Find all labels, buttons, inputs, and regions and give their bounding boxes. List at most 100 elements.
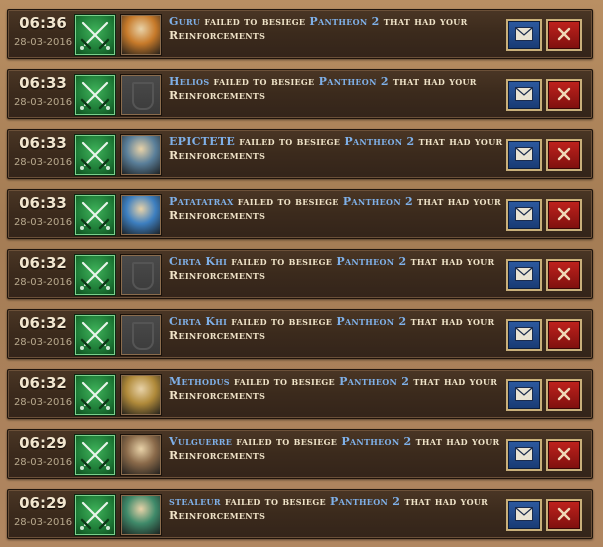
close-icon <box>548 447 580 461</box>
envelope-icon <box>508 507 540 521</box>
report-time: 06:36 <box>19 14 67 32</box>
mail-button[interactable] <box>506 199 542 231</box>
battle-report-row: 06:29 28-03-2016 Vulguerre failed to bes… <box>7 429 593 479</box>
mail-button[interactable] <box>506 319 542 351</box>
report-time: 06:33 <box>19 134 67 152</box>
report-date: 28-03-2016 <box>13 457 73 468</box>
close-icon <box>548 327 580 341</box>
player-link[interactable]: Cirta Khi <box>169 255 227 268</box>
envelope-icon <box>508 87 540 101</box>
report-action: failed to besiege <box>213 75 315 88</box>
battle-report-row: 06:32 28-03-2016 Cirta Khi failed to bes… <box>7 309 593 359</box>
player-link[interactable]: Guru <box>169 15 200 28</box>
armored-knight-portrait[interactable] <box>120 134 162 176</box>
report-action: failed to besiege <box>231 315 333 328</box>
player-link[interactable]: stealeur <box>169 495 221 508</box>
battle-report-row: 06:32 28-03-2016 Methodus failed to besi… <box>7 369 593 419</box>
delete-button[interactable] <box>546 199 582 231</box>
envelope-icon <box>508 267 540 281</box>
crossed-swords-icon <box>74 14 116 56</box>
target-link[interactable]: Pantheon 2 <box>343 195 413 208</box>
close-icon <box>548 267 580 281</box>
report-action: failed to besiege <box>234 375 335 388</box>
envelope-icon <box>508 447 540 461</box>
empty-portrait[interactable] <box>120 314 162 356</box>
battle-report-row: 06:36 28-03-2016 Guru failed to besiege … <box>7 9 593 59</box>
player-link[interactable]: Vulguerre <box>169 435 232 448</box>
player-link[interactable]: Patatatrax <box>169 195 234 208</box>
close-icon <box>548 387 580 401</box>
report-action: failed to besiege <box>237 195 339 208</box>
mail-button[interactable] <box>506 259 542 291</box>
player-link[interactable]: Cirta Khi <box>169 315 227 328</box>
close-icon <box>548 507 580 521</box>
report-date: 28-03-2016 <box>13 97 73 108</box>
envelope-icon <box>508 27 540 41</box>
mail-button[interactable] <box>506 79 542 111</box>
golden-knight-portrait[interactable] <box>120 374 162 416</box>
battle-report-row: 06:33 28-03-2016 EPICTETE failed to besi… <box>7 129 593 179</box>
close-icon <box>548 27 580 41</box>
delete-button[interactable] <box>546 139 582 171</box>
crossed-swords-icon <box>74 374 116 416</box>
target-link[interactable]: Pantheon 2 <box>339 375 409 388</box>
target-link[interactable]: Pantheon 2 <box>319 75 389 88</box>
delete-button[interactable] <box>546 19 582 51</box>
delete-button[interactable] <box>546 499 582 531</box>
delete-button[interactable] <box>546 379 582 411</box>
report-date: 28-03-2016 <box>13 277 73 288</box>
mail-button[interactable] <box>506 499 542 531</box>
envelope-icon <box>508 147 540 161</box>
crossed-swords-icon <box>74 494 116 536</box>
close-icon <box>548 87 580 101</box>
player-link[interactable]: Helios <box>169 75 209 88</box>
target-link[interactable]: Pantheon 2 <box>336 315 406 328</box>
empty-portrait[interactable] <box>120 74 162 116</box>
crossed-swords-icon <box>74 434 116 476</box>
report-message: EPICTETE failed to besiege Pantheon 2 th… <box>169 135 504 163</box>
report-date: 28-03-2016 <box>13 337 73 348</box>
delete-button[interactable] <box>546 79 582 111</box>
delete-button[interactable] <box>546 319 582 351</box>
close-icon <box>548 207 580 221</box>
battle-report-row: 06:32 28-03-2016 Cirta Khi failed to bes… <box>7 249 593 299</box>
report-action: failed to besiege <box>231 255 333 268</box>
mail-button[interactable] <box>506 439 542 471</box>
report-time: 06:32 <box>19 314 67 332</box>
report-action: failed to besiege <box>239 135 341 148</box>
crossed-swords-icon <box>74 314 116 356</box>
report-time: 06:29 <box>19 434 67 452</box>
report-time: 06:33 <box>19 74 67 92</box>
crossed-swords-icon <box>74 134 116 176</box>
report-action: failed to besiege <box>224 495 326 508</box>
report-date: 28-03-2016 <box>13 37 73 48</box>
delete-button[interactable] <box>546 439 582 471</box>
target-link[interactable]: Pantheon 2 <box>344 135 414 148</box>
report-time: 06:29 <box>19 494 67 512</box>
mail-button[interactable] <box>506 379 542 411</box>
warrior-portrait[interactable] <box>120 14 162 56</box>
close-icon <box>548 147 580 161</box>
empty-portrait[interactable] <box>120 254 162 296</box>
report-message: stealeur failed to besiege Pantheon 2 th… <box>169 495 504 523</box>
target-link[interactable]: Pantheon 2 <box>336 255 406 268</box>
bearded-warrior-portrait[interactable] <box>120 434 162 476</box>
report-time: 06:33 <box>19 194 67 212</box>
target-link[interactable]: Pantheon 2 <box>309 15 379 28</box>
player-link[interactable]: EPICTETE <box>169 135 235 148</box>
report-message: Cirta Khi failed to besiege Pantheon 2 t… <box>169 255 504 283</box>
delete-button[interactable] <box>546 259 582 291</box>
helmeted-soldier-portrait[interactable] <box>120 494 162 536</box>
crossed-swords-icon <box>74 194 116 236</box>
report-message: Patatatrax failed to besiege Pantheon 2 … <box>169 195 504 223</box>
battle-report-list: 06:36 28-03-2016 Guru failed to besiege … <box>0 0 603 547</box>
crossed-swords-icon <box>74 74 116 116</box>
mail-button[interactable] <box>506 139 542 171</box>
target-link[interactable]: Pantheon 2 <box>330 495 400 508</box>
target-link[interactable]: Pantheon 2 <box>341 435 411 448</box>
blue-armor-portrait[interactable] <box>120 194 162 236</box>
report-message: Cirta Khi failed to besiege Pantheon 2 t… <box>169 315 504 343</box>
battle-report-row: 06:29 28-03-2016 stealeur failed to besi… <box>7 489 593 539</box>
player-link[interactable]: Methodus <box>169 375 230 388</box>
mail-button[interactable] <box>506 19 542 51</box>
